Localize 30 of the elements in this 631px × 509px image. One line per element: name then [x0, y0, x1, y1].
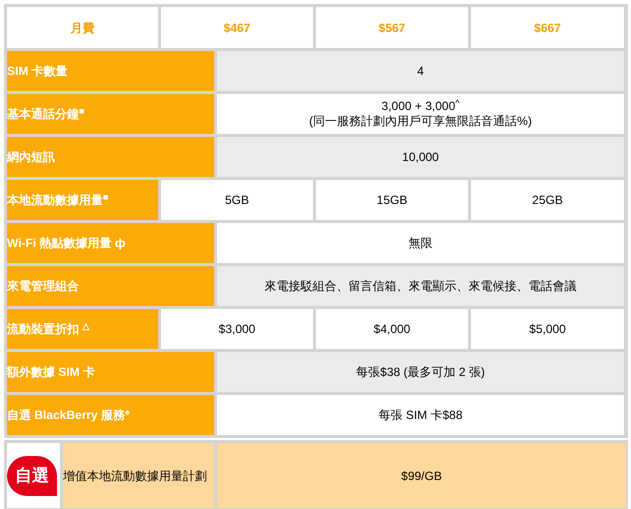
table-cell: 5GB — [161, 180, 313, 220]
row-label: 額外數據 SIM 卡 — [7, 352, 214, 392]
table-cell: $5,000 — [471, 309, 624, 349]
plan-price: $467 — [161, 7, 313, 48]
table-cell-text: 4 — [417, 64, 424, 78]
addon-price: $99/GB — [217, 443, 626, 508]
table-cell: $4,000 — [316, 309, 468, 349]
row-label: 基本通話分鐘$^{■}$ — [7, 94, 214, 134]
header-label: 月費 — [7, 7, 158, 48]
table-cell-text: 3,000 + 3,000$^{^}$ — [382, 99, 460, 114]
table-cell-text: 每張 SIM 卡$88 — [378, 408, 463, 422]
row-label: 流動裝置折扣 $^{△}$ — [7, 309, 158, 349]
table-cell-text: 每張$38 (最多可加 2 張) — [356, 364, 485, 380]
plan-price: $567 — [316, 7, 468, 48]
badge-bubble: 自選 — [7, 456, 57, 496]
row-label: SIM 卡數量 — [7, 51, 214, 91]
table-cell-text: 10,000 — [402, 150, 439, 164]
table-cell-text: 無限 — [408, 236, 432, 250]
plan-price: $667 — [471, 7, 624, 48]
row-label: 來電管理組合 — [7, 266, 214, 306]
addon-label: 增值本地流動數據用量計劃 — [63, 443, 214, 508]
table-cell: 15GB — [316, 180, 468, 220]
row-label: Wi-Fi 熱點數據用量 ф — [7, 223, 214, 263]
table-cell: $3,000 — [161, 309, 313, 349]
table-cell-text: 來電接駁組合、留言信箱、來電顯示、來電候接、電話會議 — [264, 278, 576, 294]
table-cell-text: (同一服務計劃內用戶可享無限話音通話%) — [309, 114, 532, 129]
row-label: 本地流動數據用量$^{■}$ — [7, 180, 158, 220]
row-label: 網內短訊 — [7, 137, 214, 177]
row-label: 自選 BlackBerry 服務$^{♠}$ — [7, 395, 214, 435]
table-cell: 25GB — [471, 180, 624, 220]
